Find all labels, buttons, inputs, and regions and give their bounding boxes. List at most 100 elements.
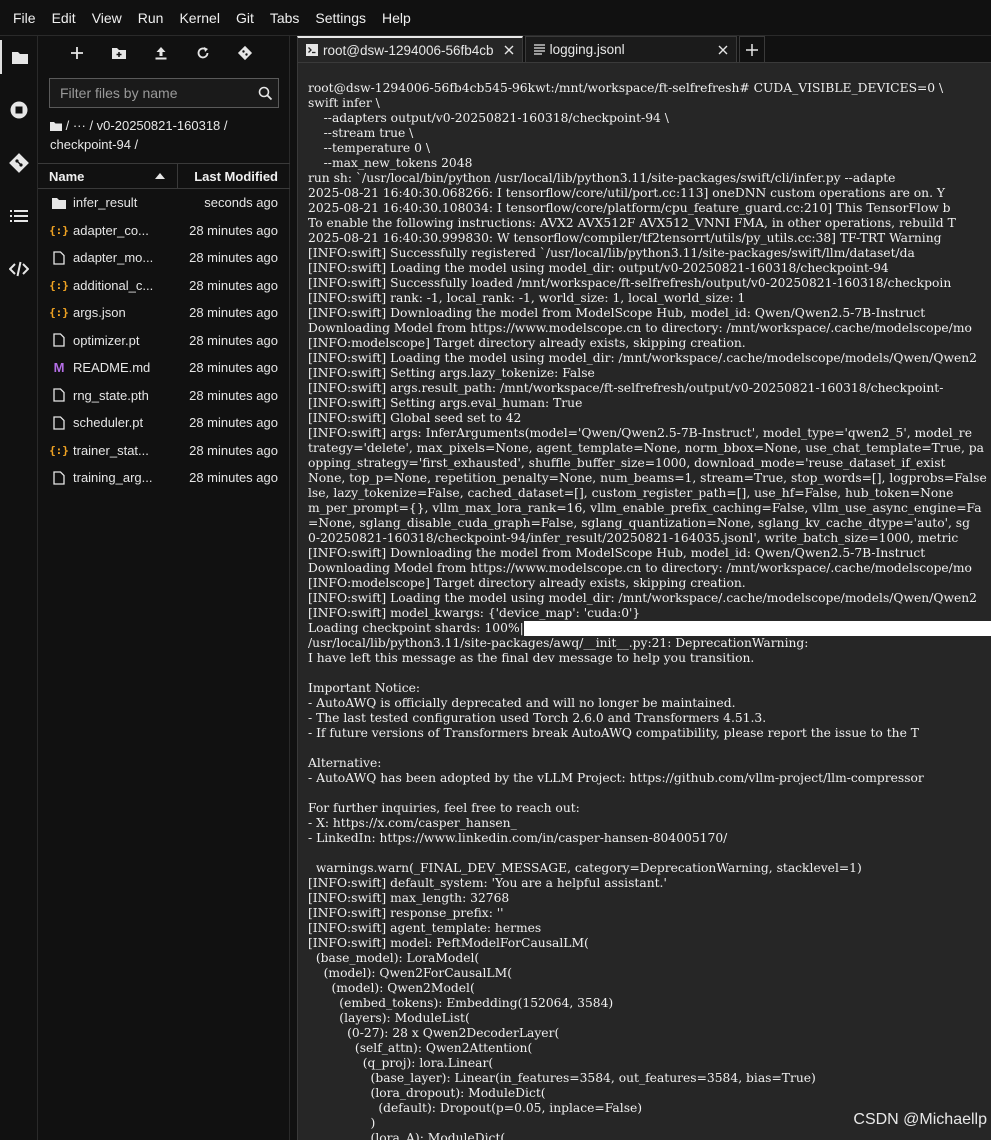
- menu-git[interactable]: Git: [228, 0, 262, 36]
- breadcrumb: / ··· / v0-20250821-160318 / checkpoint-…: [50, 116, 282, 154]
- new-tab-button[interactable]: [738, 36, 765, 62]
- file-row-additional-config[interactable]: {:} additional_c... 28 minutes ago: [38, 272, 290, 300]
- table-of-contents-tab[interactable]: [0, 199, 38, 233]
- tab-logging-jsonl[interactable]: logging.jsonl: [524, 36, 737, 62]
- refresh-button[interactable]: [182, 36, 224, 70]
- git-tab[interactable]: [0, 146, 38, 180]
- terminal-line: /usr/local/lib/python3.11/site-packages/…: [308, 636, 809, 650]
- terminal-line: [INFO:swift] default_system: 'You are a …: [308, 876, 667, 890]
- terminal-line: (base_model): LoraModel(: [308, 951, 480, 965]
- file-name: rng_state.pth: [73, 387, 149, 403]
- name-column-header[interactable]: Name: [38, 163, 178, 189]
- file-row-trainer-state[interactable]: {:} trainer_stat... 28 minutes ago: [38, 437, 290, 465]
- file-name: adapter_co...: [73, 222, 149, 238]
- file-row-optimizer[interactable]: optimizer.pt 28 minutes ago: [38, 327, 290, 355]
- file-modified: 28 minutes ago: [189, 222, 278, 238]
- upload-icon: [155, 47, 167, 60]
- new-folder-icon: [112, 48, 126, 59]
- git-clone-icon: [237, 45, 253, 61]
- menu-help[interactable]: Help: [374, 0, 419, 36]
- file-modified: 28 minutes ago: [189, 442, 278, 458]
- terminal-line: To enable the following instructions: AV…: [308, 216, 956, 230]
- file-row-readme[interactable]: M README.md 28 minutes ago: [38, 354, 290, 382]
- terminal-line: run sh: `/usr/local/bin/python /usr/loca…: [308, 171, 896, 185]
- terminal-line: (q_proj): lora.Linear(: [308, 1056, 494, 1070]
- terminal-line: [INFO:swift] agent_template: hermes: [308, 921, 542, 935]
- terminal-line: 0-20250821-160318/checkpoint-94/infer_re…: [308, 531, 959, 545]
- terminal-line: [INFO:swift] response_prefix: '': [308, 906, 504, 920]
- plus-icon: [745, 43, 758, 56]
- menu-kernel[interactable]: Kernel: [171, 0, 227, 36]
- file-modified: 28 minutes ago: [189, 360, 278, 376]
- filter-box: [49, 78, 279, 108]
- file-row-adapter-config[interactable]: {:} adapter_co... 28 minutes ago: [38, 217, 290, 245]
- tab-terminal[interactable]: root@dsw-1294006-56fb4cb: [297, 36, 523, 62]
- terminal-line: --adapters output/v0-20250821-160318/che…: [308, 111, 669, 125]
- terminal-line: Downloading Model from https://www.model…: [308, 321, 972, 335]
- terminal-line: [INFO:swift] Global seed set to 42: [308, 411, 522, 425]
- terminal-line: --temperature 0 \: [308, 141, 430, 155]
- extension-manager-tab[interactable]: [0, 252, 38, 286]
- file-modified: seconds ago: [204, 195, 278, 211]
- toc-icon: [10, 210, 28, 222]
- file-row-training-args[interactable]: training_arg... 28 minutes ago: [38, 464, 290, 492]
- terminal-line: I have left this message as the final de…: [308, 651, 755, 665]
- terminal-line: - The last tested configuration used Tor…: [308, 711, 767, 725]
- folder-icon[interactable]: [50, 121, 62, 131]
- terminal-line: [INFO:swift] model_kwargs: {'device_map'…: [308, 606, 641, 620]
- file-row-scheduler[interactable]: scheduler.pt 28 minutes ago: [38, 409, 290, 437]
- terminal-line: [INFO:swift] model: PeftModelForCausalLM…: [308, 936, 589, 950]
- progress-bar: [523, 621, 991, 636]
- terminal-line: 2025-08-21 16:40:30.108034: I tensorflow…: [308, 201, 951, 215]
- terminal-line: [INFO:swift] rank: -1, local_rank: -1, w…: [308, 291, 746, 305]
- terminal-line: - LinkedIn: https://www.linkedin.com/in/…: [308, 831, 728, 845]
- terminal-line: (0-27): 28 x Qwen2DecoderLayer(: [308, 1026, 560, 1040]
- activity-bar: [0, 36, 38, 1140]
- file-modified: 28 minutes ago: [189, 332, 278, 348]
- refresh-icon: [197, 47, 209, 59]
- file-row-adapter-model[interactable]: adapter_mo... 28 minutes ago: [38, 244, 290, 272]
- breadcrumb-path[interactable]: / ··· / v0-20250821-160318 / checkpoint-…: [50, 118, 228, 152]
- menu-bar: File Edit View Run Kernel Git Tabs Setti…: [0, 0, 991, 36]
- terminal-line: [INFO:modelscope] Target directory alrea…: [308, 576, 746, 590]
- file-icon: [51, 251, 67, 265]
- menu-file[interactable]: File: [5, 0, 44, 36]
- close-icon[interactable]: [716, 45, 730, 55]
- terminal-line: (lora_dropout): ModuleDict(: [308, 1086, 546, 1100]
- file-browser-tab[interactable]: [0, 40, 38, 74]
- json-file-icon: {:}: [49, 223, 69, 237]
- close-icon[interactable]: [502, 45, 516, 55]
- terminal-line: swift infer \: [308, 96, 380, 110]
- plus-icon: [71, 47, 83, 59]
- terminal-line: [INFO:swift] max_length: 32768: [308, 891, 510, 905]
- last-modified-column-header[interactable]: Last Modified: [178, 169, 290, 184]
- file-row-args-json[interactable]: {:} args.json 28 minutes ago: [38, 299, 290, 327]
- terminal-output[interactable]: root@dsw-1294006-56fb4cb545-96kwt:/mnt/w…: [297, 63, 991, 1140]
- filter-files-input[interactable]: [50, 79, 252, 107]
- running-sessions-tab[interactable]: [0, 93, 38, 127]
- tab-label: logging.jsonl: [549, 42, 625, 57]
- new-folder-button[interactable]: [98, 36, 140, 70]
- terminal-line: [INFO:swift] Setting args.eval_human: Tr…: [308, 396, 583, 410]
- file-name: README.md: [73, 360, 151, 376]
- menu-edit[interactable]: Edit: [44, 0, 84, 36]
- upload-button[interactable]: [140, 36, 182, 70]
- terminal-line: m_per_prompt={}, vllm_max_lora_rank=16, …: [308, 501, 982, 515]
- file-name: trainer_stat...: [73, 442, 149, 458]
- terminal-line: 2025-08-21 16:40:30.068266: I tensorflow…: [308, 186, 946, 200]
- menu-tabs[interactable]: Tabs: [262, 0, 308, 36]
- new-launcher-button[interactable]: [56, 36, 98, 70]
- git-clone-button[interactable]: [224, 36, 266, 70]
- menu-view[interactable]: View: [84, 0, 130, 36]
- menu-run[interactable]: Run: [130, 0, 172, 36]
- file-list: infer_result seconds ago {:} adapter_co.…: [38, 189, 290, 492]
- file-icon: [51, 333, 67, 347]
- terminal-line: [INFO:swift] Downloading the model from …: [308, 306, 926, 320]
- file-row-infer-result[interactable]: infer_result seconds ago: [38, 189, 290, 217]
- folder-icon: [51, 197, 67, 209]
- file-row-rng-state[interactable]: rng_state.pth 28 minutes ago: [38, 382, 290, 410]
- menu-settings[interactable]: Settings: [307, 0, 374, 36]
